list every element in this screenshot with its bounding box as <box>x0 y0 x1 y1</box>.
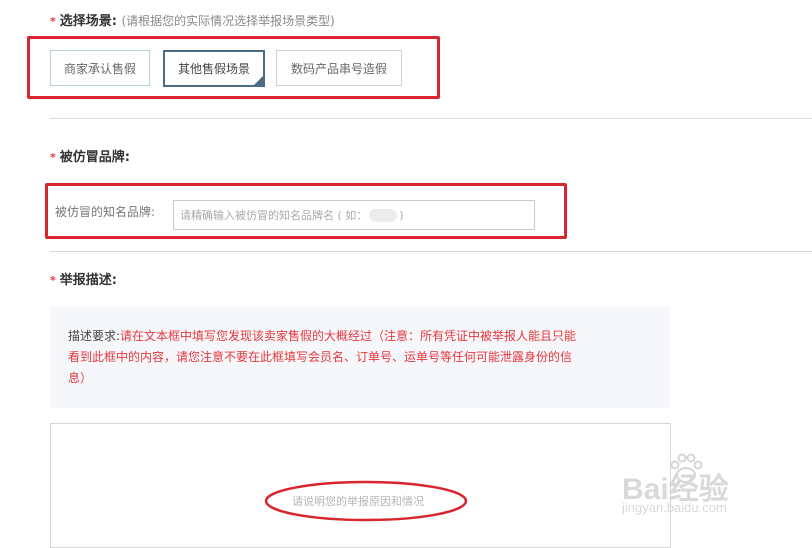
requirement-label: 描述要求: <box>68 329 121 343</box>
description-title: 举报描述: <box>59 273 117 288</box>
required-mark: * <box>50 151 56 164</box>
scene-option-label: 商家承认售假 <box>63 61 136 76</box>
redacted-example <box>369 208 398 222</box>
scene-option-label: 数码产品串号造假 <box>290 61 387 76</box>
brand-title: 被仿冒品牌: <box>59 150 130 165</box>
scene-option-merchant-admits-fake[interactable]: 商家承认售假 <box>50 50 150 86</box>
watermark-url: jingyan.baidu.com <box>622 500 727 515</box>
section-divider <box>50 251 812 252</box>
selected-corner-icon <box>254 76 263 85</box>
requirement-text: 请在文本框中填写您发现该卖家售假的大概经过（注意：所有凭证中被举报人能且只能看到… <box>68 329 577 385</box>
brand-field-label: 被仿冒的知名品牌: <box>55 205 156 219</box>
description-section-title: * 举报描述: <box>50 269 117 288</box>
description-requirement-panel: 描述要求:请在文本框中填写您发现该卖家售假的大概经过（注意：所有凭证中被举报人能… <box>50 307 670 408</box>
brand-section-title: * 被仿冒品牌: <box>50 146 130 165</box>
scene-option-digital-serial-fraud[interactable]: 数码产品串号造假 <box>276 50 402 86</box>
section-divider <box>50 118 812 119</box>
description-requirement: 描述要求:请在文本框中填写您发现该卖家售假的大概经过（注意：所有凭证中被举报人能… <box>68 326 578 389</box>
required-mark: * <box>50 15 56 28</box>
brand-input[interactable]: 请精确输入被仿冒的知名品牌名 ( 如：) <box>173 200 535 230</box>
scene-hint: (请根据您的实际情况选择举报场景类型) <box>121 14 335 28</box>
brand-input-placeholder: 请精确输入被仿冒的知名品牌名 ( 如： <box>180 209 368 222</box>
scene-option-other-fake[interactable]: 其他售假场景 <box>163 50 265 87</box>
annotation-ellipse <box>264 480 468 522</box>
required-mark: * <box>50 274 56 287</box>
brand-input-placeholder-end: ) <box>399 208 404 222</box>
scene-title: 选择场景: <box>59 14 117 29</box>
scene-section-title: * 选择场景: (请根据您的实际情况选择举报场景类型) <box>50 10 335 29</box>
scene-option-label: 其他售假场景 <box>177 62 250 76</box>
